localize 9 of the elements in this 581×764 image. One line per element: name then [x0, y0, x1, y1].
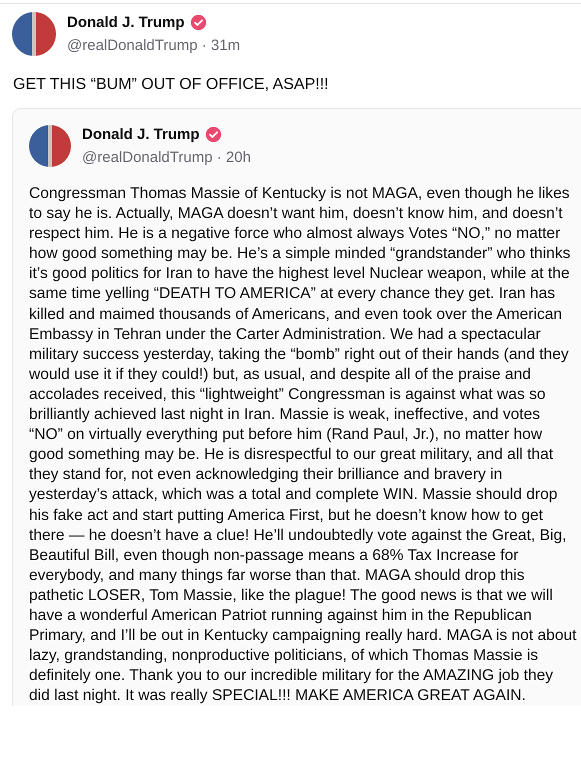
author-name[interactable]: Donald J. Trump	[67, 14, 185, 31]
quoted-post-text: Congressman Thomas Massie of Kentucky is not MAGA, even though he likes to say he is. Actually, MAGA doesn’t want him, doesn’t know him, and doesn’t respect him. He is a negative force who almost always Votes “NO,” no matter how good something may be. He’s a simple minded “grandstander” who thinks it’s good politics for Iran to have the highest level Nuclear weapon, while at the same time yelling “DEATH TO AMERICA” at every chance they get. Iran has killed and maimed thousands of Americans, and even took over the American Embassy in Tehran under the Carter Administration. We had a spectacular military success yesterday, taking the “bomb” right out of their hands (and they would use it if they could!) but, as usual, and despite all of the praise and accolades received, this “lightweight” Congressman is against what was so brilliantly achieved last night in Iran. Massie is weak, ineffective, and votes “NO” on virtually everything put before him (Rand Paul, Jr.), no matter how good something may be. He is disrespectful to our great military, and all that they stand for, not even acknowledging their brilliance and bravery in yesterday’s attack, which was a total and complete WIN. Massie should drop his fake act and start putting America First, but he doesn’t know how to get there — he doesn’t have a clue! He’ll undoubtedly vote against the Great, Big, Beautiful Bill, even though non-passage means a 68% Tax Increase for everybody, and many things far worse than that. MAGA should drop this pathetic LOSER, Tom Massie, like the plague! The good news is that we will have a wonderful American Patriot running against him in the Republican Primary, and I’ll be out in Kentucky campaigning really hard. MAGA is not about lazy, grandstanding, nonproductive politicians, of which Thomas Massie is definitely one. Thank you to our incredible military for the AMAZING job they did last night. It was really SPECIAL!!! MAKE AMERICA GREAT AGAIN.	[29, 184, 577, 706]
avatar[interactable]	[29, 125, 71, 167]
handle-time: @realDonaldTrump · 20h	[82, 149, 251, 166]
handle-time: @realDonaldTrump · 31m	[67, 37, 240, 54]
avatar[interactable]	[12, 12, 56, 56]
author-name[interactable]: Donald J. Trump	[82, 126, 200, 143]
quoted-post-card[interactable]	[12, 108, 581, 706]
post-text: GET THIS “BUM” OUT OF OFFICE, ASAP!!!	[13, 76, 330, 94]
